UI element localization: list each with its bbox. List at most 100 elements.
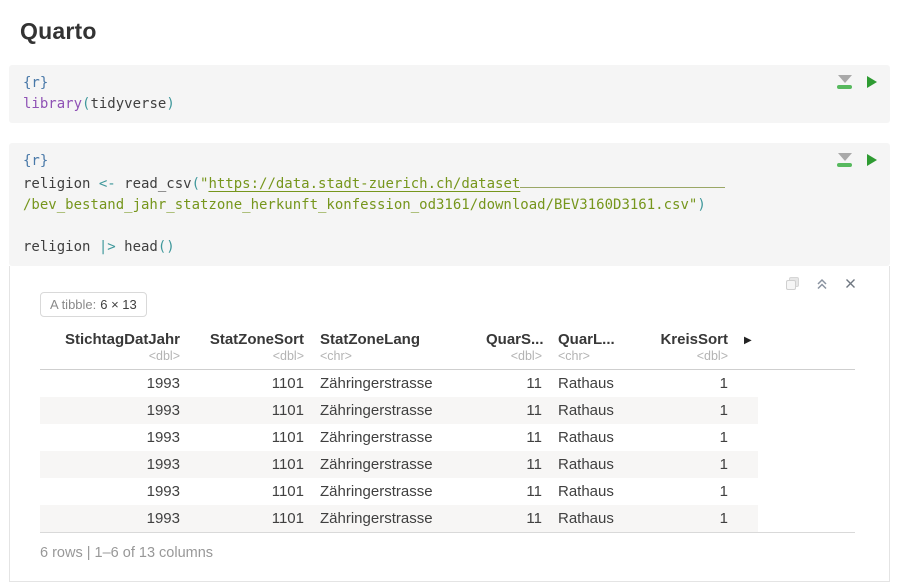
table-cell: 11 [486, 478, 542, 505]
table-cell: 1993 [40, 397, 180, 424]
collapse-icon [815, 277, 829, 291]
table-cell: 11 [486, 397, 542, 424]
run-all-above-button[interactable] [837, 153, 852, 167]
code-token-fill [520, 172, 725, 188]
table-cell: 1101 [196, 505, 304, 532]
run-above-icon [838, 153, 852, 161]
popout-icon [785, 276, 800, 291]
table-footer: 6 rows | 1–6 of 13 columns [40, 545, 855, 561]
column-type: <dbl> [40, 349, 180, 363]
table-row: 19931101Zähringerstrasse11Rathaus1 [40, 451, 758, 478]
code-token-op: ) [697, 197, 705, 213]
code-token-tag: {r} [23, 75, 48, 91]
code-editor[interactable]: {r}library(tidyverse) [9, 65, 890, 123]
column-name: QuarL... [558, 331, 640, 349]
table-cell: 1101 [196, 424, 304, 451]
table-cell: Rathaus [558, 478, 640, 505]
code-token-op: () [158, 239, 175, 255]
collapse-output-button[interactable] [815, 277, 829, 291]
table-cell: 11 [486, 424, 542, 451]
code-token-op: <- [99, 176, 116, 192]
table-row: 19931101Zähringerstrasse11Rathaus1 [40, 505, 758, 532]
table-cell: Rathaus [558, 451, 640, 478]
table-cell: 1101 [196, 478, 304, 505]
column-header-stichtagdatjahr: StichtagDatJahr<dbl> [40, 331, 180, 363]
table-cell-spacer [744, 451, 758, 478]
column-type: <chr> [558, 349, 640, 363]
table-cell: 1 [656, 370, 728, 397]
table-header-wrap: StichtagDatJahr<dbl>StatZoneSort<dbl>Sta… [40, 331, 758, 369]
code-token-plain: read_csv [116, 176, 192, 192]
table-row: 19931101Zähringerstrasse11Rathaus1 [40, 370, 758, 397]
popout-output-button[interactable] [785, 276, 800, 291]
column-header-quarl: QuarL...<chr> [558, 331, 640, 363]
run-all-above-button[interactable] [837, 75, 852, 89]
table-cell-spacer [744, 505, 758, 532]
chunk-output-panel: A tibble:6 × 13 StichtagDatJahr<dbl>Stat… [9, 266, 890, 582]
close-icon [844, 277, 857, 290]
table-cell: 1993 [40, 424, 180, 451]
next-columns-button[interactable]: ▶ [744, 331, 758, 350]
run-chunk-button[interactable] [867, 154, 877, 166]
code-editor[interactable]: {r}religion <- read_csv("https://data.st… [9, 143, 890, 266]
tibble-label: A tibble: [50, 297, 96, 312]
code-line: religion |> head() [23, 237, 800, 258]
run-above-bar-icon [837, 163, 852, 167]
column-name: StichtagDatJahr [40, 331, 180, 349]
table-cell: 1101 [196, 451, 304, 478]
code-token-plain: religion [23, 176, 99, 192]
table-cell: 1 [656, 478, 728, 505]
column-type: <chr> [320, 349, 470, 363]
table-cell: Zähringerstrasse [320, 370, 470, 397]
table-cell: Rathaus [558, 505, 640, 532]
table-cell: Zähringerstrasse [320, 451, 470, 478]
code-line [23, 216, 800, 237]
column-name: QuarS... [486, 331, 542, 349]
column-type: <dbl> [486, 349, 542, 363]
code-line: religion <- read_csv("https://data.stadt… [23, 172, 800, 195]
play-icon [867, 154, 877, 166]
run-above-bar-icon [837, 85, 852, 89]
table-row: 19931101Zähringerstrasse11Rathaus1 [40, 397, 758, 424]
code-token-plain: head [116, 239, 158, 255]
table-cell-spacer [744, 397, 758, 424]
column-name: StatZoneLang [320, 331, 470, 349]
code-token-op: |> [99, 239, 116, 255]
code-line: /bev_bestand_jahr_statzone_herkunft_konf… [23, 195, 800, 216]
table-cell: Rathaus [558, 424, 640, 451]
page-title: Quarto [20, 18, 890, 45]
table-cell: Zähringerstrasse [320, 505, 470, 532]
output-toolbar [785, 276, 857, 291]
table-cell: Zähringerstrasse [320, 424, 470, 451]
table-cell: 1993 [40, 505, 180, 532]
run-chunk-button[interactable] [867, 76, 877, 88]
code-token-str: /bev_bestand_jahr_statzone_herkunft_konf… [23, 197, 689, 213]
table-row: 1993 1101 Zähringerstrasse 11 Rathaus 1 [40, 424, 758, 451]
column-name: KreisSort [656, 331, 728, 349]
table-cell: 1 [656, 451, 728, 478]
code-token-op: ) [166, 96, 174, 112]
table-cell: 1 [656, 505, 728, 532]
table-cell: 1 [656, 397, 728, 424]
code-token-plain: tidyverse [90, 96, 166, 112]
table-cell-spacer [744, 424, 758, 451]
table-cell-spacer [744, 370, 758, 397]
quarto-document: Quarto {r}library(tidyverse) {r}religion… [0, 0, 899, 586]
table-row: 19931101Zähringerstrasse11Rathaus1 [40, 478, 758, 505]
tibble-dims: 6 × 13 [100, 297, 137, 312]
table-cell: 1993 [40, 370, 180, 397]
code-line: {r} [23, 73, 800, 94]
table-cell: Zähringerstrasse [320, 397, 470, 424]
table-cell: Rathaus [558, 397, 640, 424]
column-header-kreissort: KreisSort<dbl> [656, 331, 728, 363]
column-header-statzonelang: StatZoneLang<chr> [320, 331, 470, 363]
chunk-toolbar [837, 153, 877, 167]
column-name: StatZoneSort [196, 331, 304, 349]
code-line: {r} [23, 151, 800, 172]
table-cell: 1 [656, 424, 728, 451]
table-header-row: StichtagDatJahr<dbl>StatZoneSort<dbl>Sta… [40, 331, 758, 369]
column-type: <dbl> [196, 349, 304, 363]
code-chunk-read-data: {r}religion <- read_csv("https://data.st… [9, 143, 890, 582]
close-output-button[interactable] [844, 277, 857, 290]
code-url-link[interactable]: https://data.stadt-zuerich.ch/dataset [208, 176, 520, 192]
